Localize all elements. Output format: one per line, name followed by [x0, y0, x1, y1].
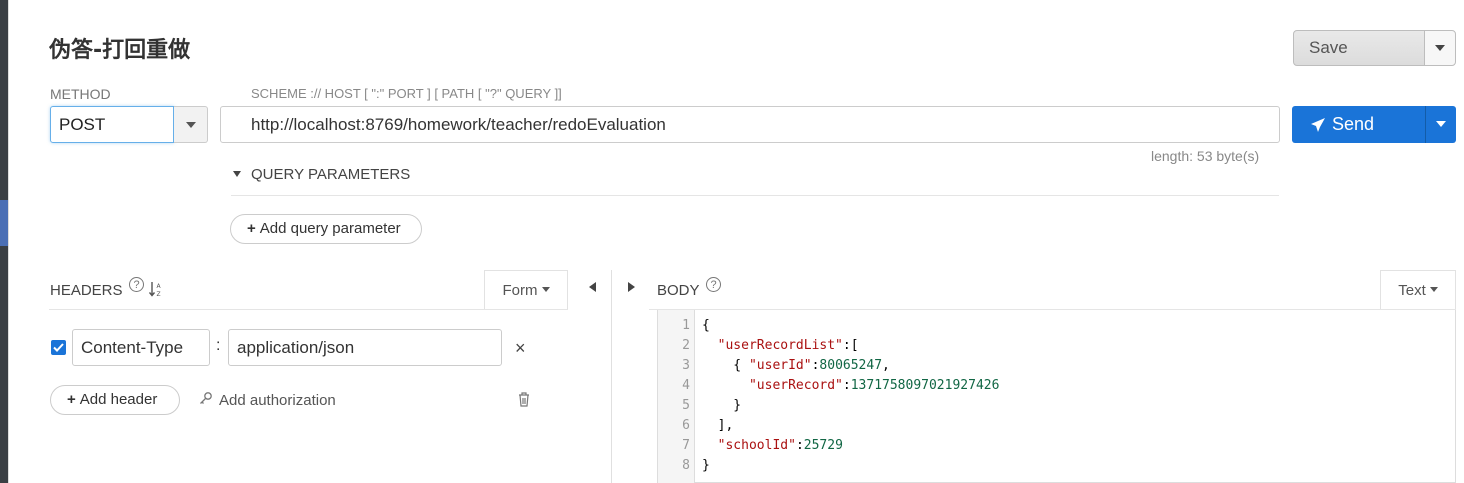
save-button[interactable]: Save — [1293, 30, 1425, 66]
divider — [231, 195, 1279, 196]
sort-alpha-icon[interactable]: AZ — [148, 281, 163, 300]
chevron-down-icon — [1435, 45, 1445, 51]
headers-mode-label: Form — [502, 282, 538, 299]
url-length: length: 53 byte(s) — [1151, 148, 1260, 164]
code-line: ], — [702, 418, 734, 433]
body-mode-label: Text — [1398, 282, 1426, 299]
trash-icon[interactable] — [517, 391, 531, 407]
method-dropdown-button[interactable] — [174, 106, 208, 143]
add-header-label: Add header — [79, 391, 158, 408]
headers-mode-dropdown[interactable]: Form — [484, 270, 568, 310]
add-header-button[interactable]: + Add header — [50, 385, 180, 415]
key-icon — [200, 392, 212, 404]
body-editor[interactable]: 1 2 3 4 5 6 7 8 { "userRecordList":[ { "… — [657, 310, 1456, 483]
line-number: 6 — [682, 418, 690, 433]
line-number: 2 — [682, 338, 690, 353]
paper-plane-icon — [1311, 118, 1325, 132]
send-button[interactable]: Send — [1292, 106, 1425, 143]
header-value-input[interactable]: application/json — [228, 329, 502, 366]
question-circle-icon: ? — [129, 277, 144, 292]
chevron-down-icon — [541, 287, 550, 292]
send-button-label: Send — [1332, 114, 1375, 134]
divider — [49, 309, 568, 310]
add-query-parameter-label: Add query parameter — [259, 220, 401, 237]
pane-splitter[interactable] — [611, 270, 612, 483]
code-line: } — [702, 458, 710, 473]
svg-text:A: A — [157, 283, 162, 290]
line-number: 7 — [682, 438, 690, 453]
url-format-hint: SCHEME :// HOST [ ":" PORT ] [ PATH [ "?… — [251, 86, 562, 101]
plus-icon: + — [247, 220, 256, 237]
query-parameters-toggle[interactable]: QUERY PARAMETERS — [233, 166, 410, 183]
line-number: 3 — [682, 358, 690, 373]
add-query-parameter-button[interactable]: + Add query parameter — [230, 214, 422, 244]
body-label: BODY — [657, 282, 700, 299]
plus-icon: + — [67, 391, 76, 408]
code-line: "schoolId":25729 — [717, 438, 843, 453]
url-input[interactable]: http://localhost:8769/homework/teacher/r… — [220, 106, 1280, 143]
code-line: "userRecord":1371758097021927426 — [748, 378, 1000, 393]
save-dropdown-button[interactable] — [1424, 30, 1456, 66]
collapse-left-icon[interactable] — [589, 282, 596, 292]
line-number: 4 — [682, 378, 690, 393]
line-number-gutter: 1 2 3 4 5 6 7 8 — [658, 310, 695, 483]
caret-down-icon — [233, 171, 241, 177]
headers-label: HEADERS — [50, 282, 123, 299]
edge-highlight — [0, 200, 8, 246]
svg-text:Z: Z — [157, 291, 161, 297]
code-line: { — [702, 318, 710, 333]
headers-help[interactable]: ? — [129, 277, 144, 297]
body-help[interactable]: ? — [706, 277, 721, 297]
code-line: } — [702, 398, 742, 413]
checkmark-icon — [53, 343, 64, 352]
query-parameters-label: QUERY PARAMETERS — [251, 166, 411, 183]
window-edge — [0, 0, 8, 483]
code-line: "userRecordList":[ — [717, 338, 859, 353]
add-authorization-label: Add authorization — [219, 392, 336, 409]
chevron-down-icon — [185, 122, 196, 128]
request-title: 伪答-打回重做 — [49, 38, 191, 63]
header-enabled-checkbox[interactable] — [51, 340, 66, 355]
header-name-input[interactable]: Content-Type — [72, 329, 210, 366]
code-line: { "userId":80065247, — [702, 358, 890, 373]
body-mode-dropdown[interactable]: Text — [1380, 270, 1456, 310]
question-circle-icon: ? — [706, 277, 721, 292]
collapse-right-icon[interactable] — [628, 282, 635, 292]
header-separator: : — [216, 337, 221, 354]
line-number: 8 — [682, 458, 690, 473]
chevron-down-icon — [1436, 121, 1446, 127]
send-dropdown-button[interactable] — [1425, 106, 1456, 143]
method-label: METHOD — [50, 86, 111, 102]
remove-header-button[interactable]: × — [515, 338, 526, 359]
close-icon: × — [515, 338, 526, 358]
line-number: 5 — [682, 398, 690, 413]
add-authorization-button[interactable]: Add authorization — [199, 391, 336, 409]
chevron-down-icon — [1429, 287, 1438, 292]
request-panel: 伪答-打回重做 Save METHOD SCHEME :// HOST [ ":… — [8, 0, 1464, 483]
method-input[interactable]: POST — [50, 106, 174, 143]
line-number: 1 — [682, 318, 690, 333]
